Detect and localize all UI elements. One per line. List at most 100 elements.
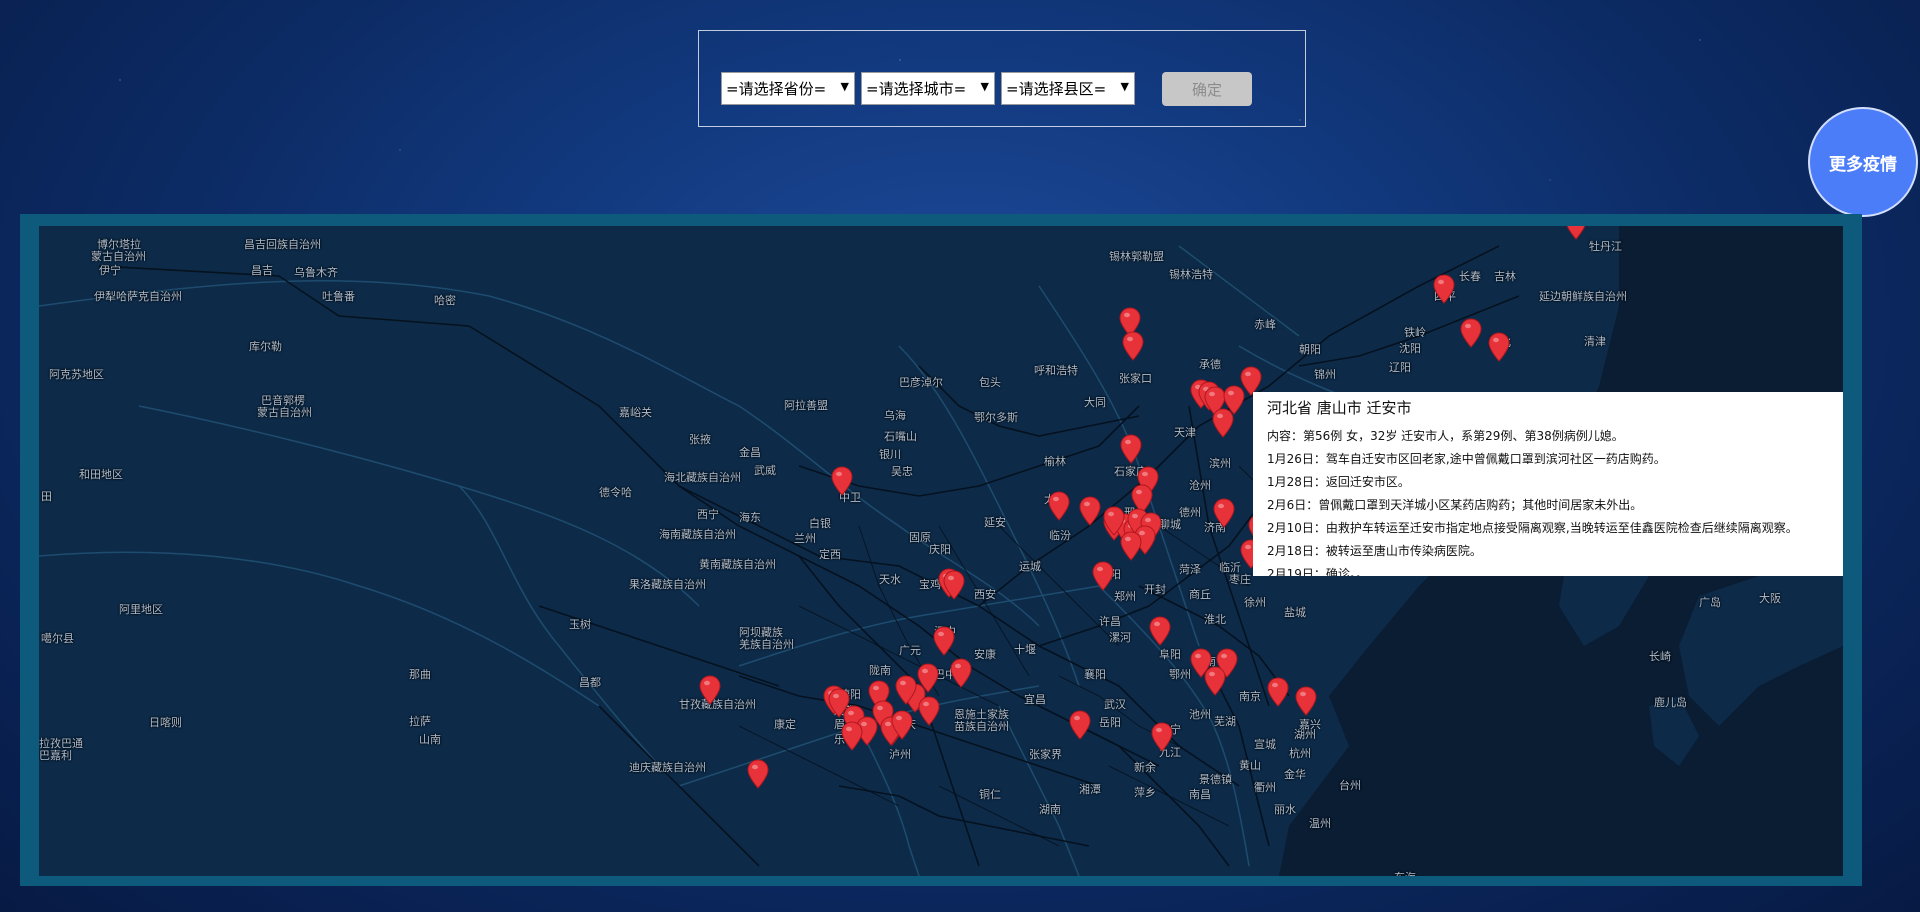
city-label: 阜阳 [1159, 648, 1181, 661]
city-label: 漯河 [1109, 631, 1131, 644]
city-label: 长春 [1459, 270, 1481, 283]
city-label: 徐州 [1244, 596, 1266, 609]
county-select-value: =请选择县区= [1006, 80, 1107, 98]
city-label: 沧州 [1189, 479, 1211, 492]
city-label: 康定 [774, 718, 796, 731]
city-label: 库尔勒 [249, 340, 282, 353]
city-label: 张家界 [1029, 748, 1062, 761]
case-location-marker-icon[interactable] [1149, 616, 1171, 646]
city-label: 阿克苏地区 [49, 368, 104, 381]
city-label: 南昌 [1189, 788, 1211, 801]
case-location-marker-icon[interactable] [1048, 491, 1070, 521]
case-location-marker-icon[interactable] [831, 466, 853, 496]
city-label: 天水 [879, 573, 901, 586]
city-label: 昌吉回族自治州 [244, 238, 321, 251]
city-label: 张掖 [689, 433, 711, 446]
case-location-marker-icon[interactable] [1151, 722, 1173, 752]
case-location-marker-icon[interactable] [1213, 498, 1235, 528]
city-select[interactable]: =请选择城市= ▼ [861, 72, 995, 105]
city-label: 石嘴山 [884, 430, 917, 443]
popup-event: 2月10日：由救护车转运至迁安市指定地点接受隔离观察,当晚转运至佳鑫医院检查后继… [1267, 521, 1798, 535]
city-label: 十堰 [1014, 643, 1036, 656]
city-label: 延边朝鲜族自治州 [1539, 290, 1627, 303]
case-location-marker-icon[interactable] [699, 675, 721, 705]
city-label: 芜湖 [1214, 715, 1236, 728]
city-label: 朝阳 [1299, 343, 1321, 356]
city-label: 宣城 [1254, 738, 1276, 751]
city-label: 昌吉 [251, 264, 273, 277]
case-location-marker-icon[interactable] [1565, 226, 1587, 240]
case-location-marker-icon[interactable] [1204, 666, 1226, 696]
case-location-marker-icon[interactable] [1212, 408, 1234, 438]
city-label: 嘉兴 [1299, 718, 1321, 731]
city-label: 湖南 [1039, 803, 1061, 816]
case-location-marker-icon[interactable] [918, 696, 940, 726]
popup-event: 2月19日：确诊。。 [1267, 567, 1368, 576]
county-select[interactable]: =请选择县区= ▼ [1001, 72, 1135, 105]
case-location-marker-icon[interactable] [1092, 561, 1114, 591]
city-label: 台州 [1339, 779, 1361, 792]
city-label: 萍乡 [1134, 786, 1156, 799]
city-label: 包头 [979, 376, 1001, 389]
case-location-marker-icon[interactable] [1295, 686, 1317, 716]
city-label: 哈密 [434, 294, 456, 307]
city-label: 锡林浩特 [1169, 268, 1213, 281]
case-location-marker-icon[interactable] [1069, 710, 1091, 740]
city-label: 兰州 [794, 532, 816, 545]
city-label: 武汉 [1104, 698, 1126, 711]
case-location-marker-icon[interactable] [1122, 331, 1144, 361]
city-label: 温州 [1309, 817, 1331, 830]
case-location-marker-icon[interactable] [1120, 434, 1142, 464]
case-location-marker-icon[interactable] [1103, 506, 1125, 536]
city-label: 乌鲁木齐 [294, 266, 338, 279]
city-label: 金昌 [739, 446, 761, 459]
province-select-value: =请选择省份= [726, 80, 827, 98]
city-label: 玉树 [569, 618, 591, 631]
city-label: 广岛 [1699, 596, 1721, 609]
case-location-marker-icon[interactable] [933, 626, 955, 656]
city-label: 巴彦淖尔 [899, 376, 943, 389]
city-label: 海南藏族自治州 [659, 528, 736, 541]
city-label: 辽阳 [1389, 361, 1411, 374]
dropdown-arrow-icon: ▼ [980, 80, 989, 93]
city-label: 蒙古自治州 [257, 406, 312, 419]
city-label: 延安 [984, 516, 1006, 529]
city-label: 定西 [819, 548, 841, 561]
case-location-marker-icon[interactable] [828, 688, 850, 718]
city-label: 大阪 [1759, 592, 1781, 605]
city-label: 昌都 [579, 676, 601, 689]
city-label: 苗族自治州 [954, 720, 1009, 733]
case-location-marker-icon[interactable] [1079, 496, 1101, 526]
popup-event: 1月26日：驾车自迁安市区回老家,途中曾佩戴口罩到滨河社区一药店购药。 [1267, 452, 1666, 466]
city-label: 锦州 [1314, 368, 1336, 381]
city-label: 那曲 [409, 668, 431, 681]
case-location-marker-icon[interactable] [891, 710, 913, 740]
more-epidemic-button[interactable]: 更多疫情 [1808, 107, 1918, 217]
province-select[interactable]: =请选择省份= ▼ [721, 72, 855, 105]
city-label: 安康 [974, 648, 996, 661]
map-canvas[interactable]: 博尔塔拉 蒙古自治州 伊宁 昌吉回族自治州 昌吉 乌鲁木齐 吐鲁番 伊犁哈萨克自治州 哈密 库尔勒… [39, 226, 1843, 876]
city-label: 新余 [1134, 761, 1156, 774]
city-label: 开封 [1144, 583, 1166, 596]
city-label: 海北藏族自治州 [664, 471, 741, 484]
confirm-button[interactable]: 确定 [1162, 72, 1252, 106]
city-label: 铁岭 [1404, 326, 1426, 339]
popup-event: 2月6日：曾佩戴口罩到天洋城小区某药店购药；其他时间居家未外出。 [1267, 498, 1643, 512]
case-location-marker-icon[interactable] [950, 658, 972, 688]
city-label: 泸州 [889, 748, 911, 761]
case-location-marker-icon[interactable] [1488, 332, 1510, 362]
city-label: 铜仁 [979, 788, 1001, 801]
case-location-marker-icon[interactable] [895, 675, 917, 705]
city-label: 迪庆藏族自治州 [629, 761, 706, 774]
case-location-marker-icon[interactable] [841, 721, 863, 751]
case-location-marker-icon[interactable] [943, 570, 965, 600]
city-label: 许昌 [1099, 615, 1121, 628]
case-location-marker-icon[interactable] [1433, 274, 1455, 304]
case-location-marker-icon[interactable] [747, 759, 769, 789]
city-label: 庆阳 [929, 543, 951, 556]
case-location-marker-icon[interactable] [1460, 318, 1482, 348]
city-label: 湘潭 [1079, 783, 1101, 796]
map-frame: 博尔塔拉 蒙古自治州 伊宁 昌吉回族自治州 昌吉 乌鲁木齐 吐鲁番 伊犁哈萨克自治州 哈密 库尔勒… [20, 214, 1862, 886]
case-location-marker-icon[interactable] [1267, 677, 1289, 707]
city-label: 景德镇 [1199, 773, 1232, 786]
